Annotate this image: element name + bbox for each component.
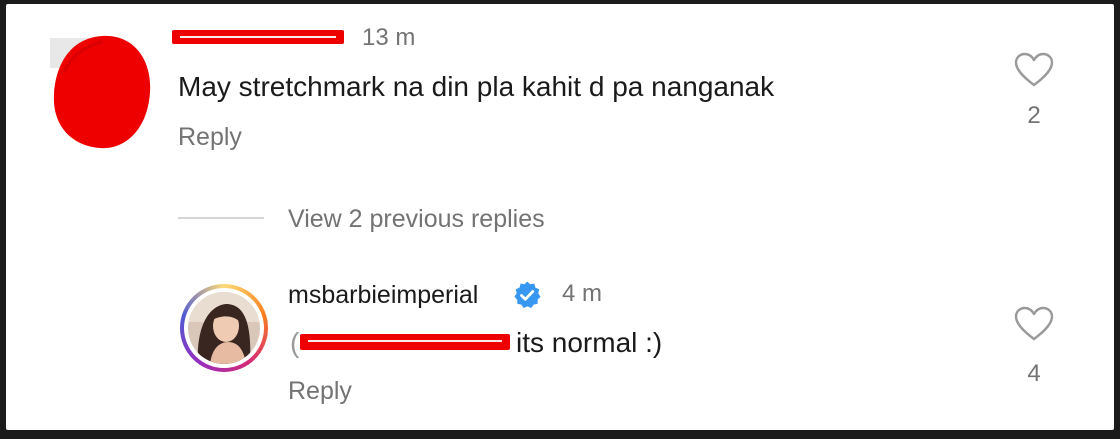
redacted-username: [172, 30, 344, 44]
heart-outline-icon[interactable]: [1014, 52, 1054, 88]
avatar[interactable]: [180, 284, 268, 372]
like-count: 4: [1027, 360, 1041, 387]
mention-prefix: (: [290, 327, 300, 358]
comment-text: its normal :): [516, 327, 663, 358]
reply-button[interactable]: Reply: [288, 376, 352, 406]
heart-outline-icon[interactable]: [1014, 306, 1054, 342]
comment-time: 4 m: [562, 280, 603, 307]
thread-divider: [178, 217, 264, 219]
like-count: 2: [1027, 102, 1041, 129]
avatar-photo: [188, 292, 260, 364]
comment-username[interactable]: msbarbieimperial: [288, 280, 478, 310]
reply-button[interactable]: Reply: [178, 122, 242, 152]
view-previous-replies-button[interactable]: View 2 previous replies: [288, 204, 545, 234]
comment-time: 13 m: [362, 24, 416, 51]
verified-badge-icon: [512, 280, 542, 310]
redacted-mention: [300, 334, 510, 350]
redacted-avatar: [44, 32, 154, 152]
comment-text: May stretchmark na din pla kahit d pa na…: [178, 71, 775, 102]
comment-thread-panel: 13 m May stretchmark na din pla kahit d …: [6, 4, 1114, 430]
